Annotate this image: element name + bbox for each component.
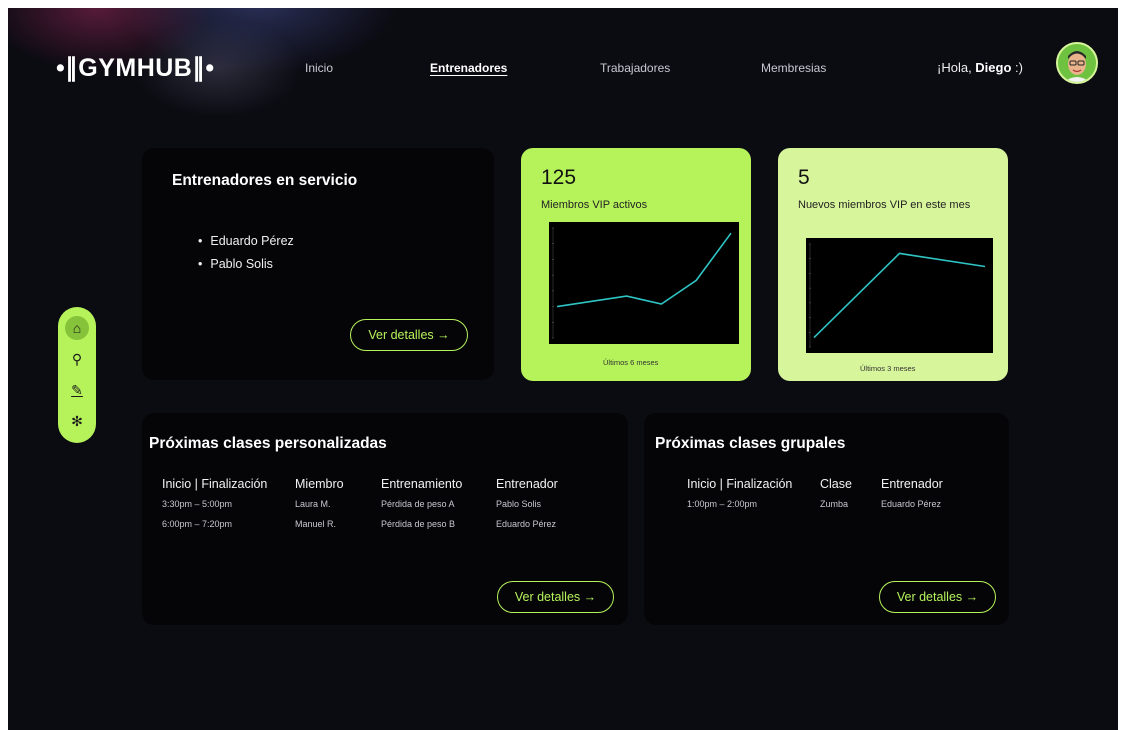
column-header: Entrenador — [496, 477, 558, 491]
table-cell: 1:00pm – 2:00pm — [687, 499, 758, 509]
top-navigation: •∥GYMHUB∥• Inicio Entrenadores Trabajado… — [8, 8, 1118, 128]
avatar[interactable] — [1056, 42, 1098, 84]
vip-active-value: 125 — [541, 166, 577, 189]
table-cell: Pablo Solis — [496, 499, 542, 509]
group-classes-title: Próximas clases grupales — [655, 435, 846, 452]
nav-inicio[interactable]: Inicio — [305, 61, 333, 75]
trainers-on-duty-card: Entrenadores en servicio Eduardo Pérez P… — [142, 148, 494, 380]
vip-active-chart — [549, 222, 739, 344]
table-cell: 6:00pm – 7:20pm — [162, 519, 233, 529]
vip-new-value: 5 — [798, 166, 810, 189]
vip-active-card: 125 Miembros VIP activos Últimos 6 meses — [521, 148, 751, 381]
nav-entrenadores[interactable]: Entrenadores — [430, 61, 507, 75]
table-cell: Pérdida de peso A — [381, 499, 455, 509]
table-column: Inicio | Finalización 3:30pm – 5:00pm 6:… — [162, 477, 267, 539]
vip-active-caption: Últimos 6 meses — [603, 358, 659, 367]
search-icon: ⚲ — [71, 350, 83, 367]
settings-icon: ✻ — [71, 412, 83, 429]
trainers-list: Eduardo Pérez Pablo Solis — [198, 234, 294, 280]
sidebar-settings-button[interactable]: ✻ — [65, 409, 89, 433]
greeting-prefix: ¡Hola, — [937, 60, 976, 75]
series-line — [813, 252, 986, 339]
table-cell: Pérdida de peso B — [381, 519, 456, 529]
column-header: Miembro — [295, 477, 344, 491]
table-column: Inicio | Finalización 1:00pm – 2:00pm — [687, 477, 792, 519]
nav-trabajadores[interactable]: Trabajadores — [600, 61, 670, 75]
column-header: Entrenamiento — [381, 477, 463, 491]
vip-active-label: Miembros VIP activos — [541, 199, 648, 211]
personal-classes-title: Próximas clases personalizadas — [149, 435, 387, 452]
column-header: Clase — [820, 477, 852, 491]
user-name: Diego — [975, 60, 1012, 75]
column-header: Inicio | Finalización — [162, 477, 268, 491]
app-frame: •∥GYMHUB∥• Inicio Entrenadores Trabajado… — [8, 8, 1118, 730]
table-cell: Eduardo Pérez — [496, 519, 557, 529]
table-cell: Eduardo Pérez — [881, 499, 942, 509]
table-column: Clase Zumba — [820, 477, 852, 519]
personal-classes-card: Próximas clases personalizadas Inicio | … — [142, 413, 628, 625]
sidebar-home-button[interactable]: ⌂ — [65, 316, 89, 340]
greeting-suffix: :) — [1011, 60, 1023, 75]
vip-active-line-chart — [552, 227, 732, 339]
edit-icon: ✎ — [71, 381, 83, 398]
avatar-face-icon — [1058, 44, 1096, 82]
sidebar-search-button[interactable]: ⚲ — [65, 347, 89, 371]
sidebar: ⌂ ⚲ ✎ ✻ — [58, 307, 96, 443]
trainers-details-button[interactable]: Ver detalles → — [350, 319, 468, 351]
column-header: Inicio | Finalización — [687, 477, 793, 491]
table-column: Miembro Laura M. Manuel R. — [295, 477, 344, 539]
vip-new-card: 5 Nuevos miembros VIP en este mes Último… — [778, 148, 1008, 381]
series-line — [556, 232, 732, 308]
list-item: Eduardo Pérez — [198, 234, 293, 248]
nav-membresias[interactable]: Membresias — [761, 61, 826, 75]
vip-new-chart — [806, 238, 993, 353]
column-header: Entrenador — [881, 477, 943, 491]
table-column: Entrenamiento Pérdida de peso A Pérdida … — [381, 477, 462, 539]
group-classes-details-button[interactable]: Ver detalles → — [879, 581, 996, 613]
gymhub-logo[interactable]: •∥GYMHUB∥• — [56, 53, 215, 83]
greeting: ¡Hola, Diego :) — [937, 60, 1023, 75]
home-icon: ⌂ — [72, 320, 82, 336]
table-cell: Laura M. — [295, 499, 331, 509]
table-cell: Manuel R. — [295, 519, 337, 529]
table-cell: Zumba — [820, 499, 849, 509]
table-cell: 3:30pm – 5:00pm — [162, 499, 233, 509]
personal-classes-details-button[interactable]: Ver detalles → — [497, 581, 614, 613]
group-classes-card: Próximas clases grupales Inicio | Finali… — [644, 413, 1009, 625]
table-column: Entrenador Pablo Solis Eduardo Pérez — [496, 477, 558, 539]
vip-new-line-chart — [809, 243, 986, 348]
sidebar-edit-button[interactable]: ✎ — [65, 378, 89, 402]
list-item: Pablo Solis — [198, 257, 294, 271]
table-column: Entrenador Eduardo Pérez — [881, 477, 943, 519]
vip-new-caption: Últimos 3 meses — [860, 364, 916, 373]
vip-new-label: Nuevos miembros VIP en este mes — [798, 199, 971, 211]
trainers-card-title: Entrenadores en servicio — [172, 172, 358, 189]
